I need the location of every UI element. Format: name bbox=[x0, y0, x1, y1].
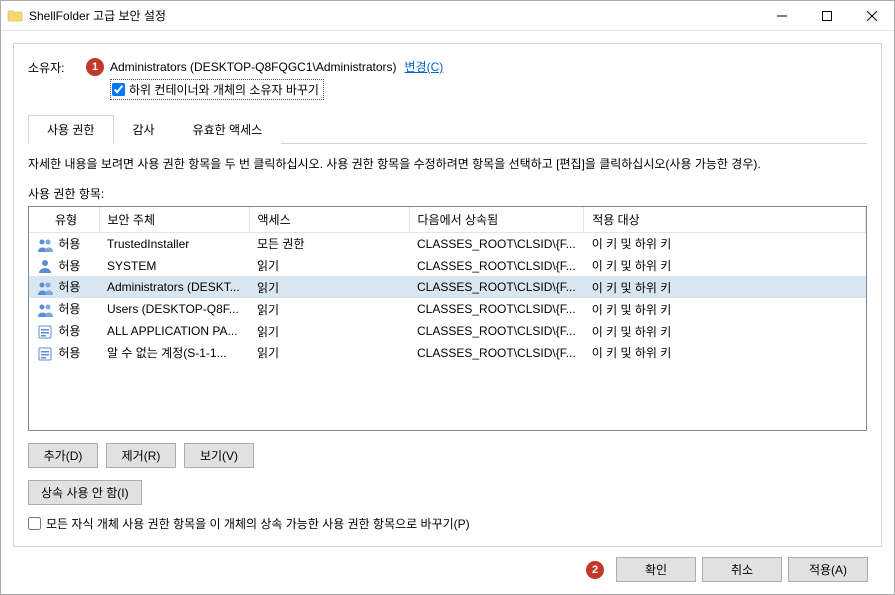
row-access: 읽기 bbox=[249, 320, 409, 342]
col-type[interactable]: 유형 bbox=[29, 207, 99, 233]
maximize-icon bbox=[822, 11, 832, 21]
row-type: 허용 bbox=[58, 259, 80, 273]
security-dialog: ShellFolder 고급 보안 설정 소유자: 1 Administrato… bbox=[0, 0, 895, 595]
table-row[interactable]: 허용 ALL APPLICATION PA...읽기CLASSES_ROOT\CL… bbox=[29, 320, 866, 342]
row-type: 허용 bbox=[58, 302, 80, 316]
row-principal: TrustedInstaller bbox=[99, 232, 249, 254]
row-inherited: CLASSES_ROOT\CLSID\{F... bbox=[409, 320, 584, 342]
table-row[interactable]: 허용 Users (DESKTOP-Q8F...읽기CLASSES_ROOT\CL… bbox=[29, 298, 866, 320]
row-type: 허용 bbox=[58, 346, 80, 360]
annotation-marker-2: 2 bbox=[586, 561, 604, 579]
list-buttons: 추가(D) 제거(R) 보기(V) bbox=[28, 443, 867, 468]
apply-button[interactable]: 적용(A) bbox=[788, 557, 868, 582]
row-applies: 이 키 및 하위 키 bbox=[584, 276, 866, 298]
row-access: 읽기 bbox=[249, 298, 409, 320]
replace-all-checkbox-wrap[interactable]: 모든 자식 개체 사용 권한 항목을 이 개체의 상속 가능한 사용 권한 항목… bbox=[28, 515, 867, 532]
maximize-button[interactable] bbox=[804, 1, 849, 31]
col-access[interactable]: 액세스 bbox=[249, 207, 409, 233]
row-type: 허용 bbox=[58, 280, 80, 294]
remove-button[interactable]: 제거(R) bbox=[106, 443, 176, 468]
content-area: 소유자: 1 Administrators (DESKTOP-Q8FQGC1\A… bbox=[1, 31, 894, 594]
folder-icon bbox=[7, 8, 23, 24]
window-title: ShellFolder 고급 보안 설정 bbox=[29, 7, 759, 24]
change-owner-link[interactable]: 변경(C) bbox=[405, 58, 444, 75]
row-inherited: CLASSES_ROOT\CLSID\{F... bbox=[409, 342, 584, 364]
row-principal: Administrators (DESKT... bbox=[99, 276, 249, 298]
close-icon bbox=[867, 11, 877, 21]
row-access: 읽기 bbox=[249, 342, 409, 364]
dialog-footer: 2 확인 취소 적용(A) bbox=[13, 547, 882, 582]
view-button[interactable]: 보기(V) bbox=[184, 443, 254, 468]
row-principal: ALL APPLICATION PA... bbox=[99, 320, 249, 342]
tab-permissions[interactable]: 사용 권한 bbox=[28, 115, 114, 144]
replace-owner-label: 하위 컨테이너와 개체의 소유자 바꾸기 bbox=[129, 81, 319, 98]
ok-button[interactable]: 확인 bbox=[616, 557, 696, 582]
row-access: 읽기 bbox=[249, 255, 409, 277]
col-principal[interactable]: 보안 주체 bbox=[99, 207, 249, 233]
row-type: 허용 bbox=[58, 324, 80, 338]
list-label: 사용 권한 항목: bbox=[28, 185, 867, 202]
row-principal: 알 수 없는 계정(S-1-1... bbox=[99, 342, 249, 364]
titlebar: ShellFolder 고급 보안 설정 bbox=[1, 1, 894, 31]
tab-effective-access[interactable]: 유효한 액세스 bbox=[174, 115, 282, 144]
row-access: 읽기 bbox=[249, 276, 409, 298]
row-inherited: CLASSES_ROOT\CLSID\{F... bbox=[409, 232, 584, 254]
owner-row: 소유자: 1 Administrators (DESKTOP-Q8FQGC1\A… bbox=[28, 58, 867, 100]
row-principal: Users (DESKTOP-Q8F... bbox=[99, 298, 249, 320]
replace-owner-checkbox[interactable] bbox=[112, 83, 125, 96]
row-type: 허용 bbox=[58, 237, 80, 251]
inner-panel: 소유자: 1 Administrators (DESKTOP-Q8FQGC1\A… bbox=[13, 43, 882, 547]
table-header-row: 유형 보안 주체 액세스 다음에서 상속됨 적용 대상 bbox=[29, 207, 866, 233]
col-applies[interactable]: 적용 대상 bbox=[584, 207, 866, 233]
row-inherited: CLASSES_ROOT\CLSID\{F... bbox=[409, 298, 584, 320]
row-applies: 이 키 및 하위 키 bbox=[584, 342, 866, 364]
owner-label: 소유자: bbox=[28, 58, 86, 76]
table-row[interactable]: 허용 Administrators (DESKT...읽기CLASSES_ROOT… bbox=[29, 276, 866, 298]
table-row[interactable]: 허용 알 수 없는 계정(S-1-1...읽기CLASSES_ROOT\CLSID… bbox=[29, 342, 866, 364]
inherit-buttons: 상속 사용 안 함(I) bbox=[28, 480, 867, 505]
close-button[interactable] bbox=[849, 1, 894, 31]
owner-value: Administrators (DESKTOP-Q8FQGC1\Administ… bbox=[110, 60, 397, 74]
tabstrip: 사용 권한 감사 유효한 액세스 bbox=[28, 114, 867, 144]
table-row[interactable]: 허용 SYSTEM읽기CLASSES_ROOT\CLSID\{F...이 키 및 … bbox=[29, 255, 866, 277]
row-applies: 이 키 및 하위 키 bbox=[584, 255, 866, 277]
table-row[interactable]: 허용 TrustedInstaller모든 권한CLASSES_ROOT\CLSI… bbox=[29, 232, 866, 254]
tab-auditing[interactable]: 감사 bbox=[114, 115, 174, 144]
row-access: 모든 권한 bbox=[249, 232, 409, 254]
replace-all-checkbox[interactable] bbox=[28, 517, 41, 530]
annotation-marker-1: 1 bbox=[86, 58, 104, 76]
row-inherited: CLASSES_ROOT\CLSID\{F... bbox=[409, 276, 584, 298]
row-principal: SYSTEM bbox=[99, 255, 249, 277]
replace-owner-checkbox-wrap[interactable]: 하위 컨테이너와 개체의 소유자 바꾸기 bbox=[110, 79, 324, 100]
row-applies: 이 키 및 하위 키 bbox=[584, 320, 866, 342]
minimize-button[interactable] bbox=[759, 1, 804, 31]
permission-list[interactable]: 유형 보안 주체 액세스 다음에서 상속됨 적용 대상 허용 TrustedIns… bbox=[28, 206, 867, 431]
replace-all-label: 모든 자식 개체 사용 권한 항목을 이 개체의 상속 가능한 사용 권한 항목… bbox=[46, 515, 470, 532]
add-button[interactable]: 추가(D) bbox=[28, 443, 98, 468]
minimize-icon bbox=[777, 11, 787, 21]
row-inherited: CLASSES_ROOT\CLSID\{F... bbox=[409, 255, 584, 277]
disable-inheritance-button[interactable]: 상속 사용 안 함(I) bbox=[28, 480, 142, 505]
cancel-button[interactable]: 취소 bbox=[702, 557, 782, 582]
col-inherited[interactable]: 다음에서 상속됨 bbox=[409, 207, 584, 233]
row-applies: 이 키 및 하위 키 bbox=[584, 232, 866, 254]
help-text: 자세한 내용을 보려면 사용 권한 항목을 두 번 클릭하십시오. 사용 권한 … bbox=[28, 156, 867, 173]
row-applies: 이 키 및 하위 키 bbox=[584, 298, 866, 320]
